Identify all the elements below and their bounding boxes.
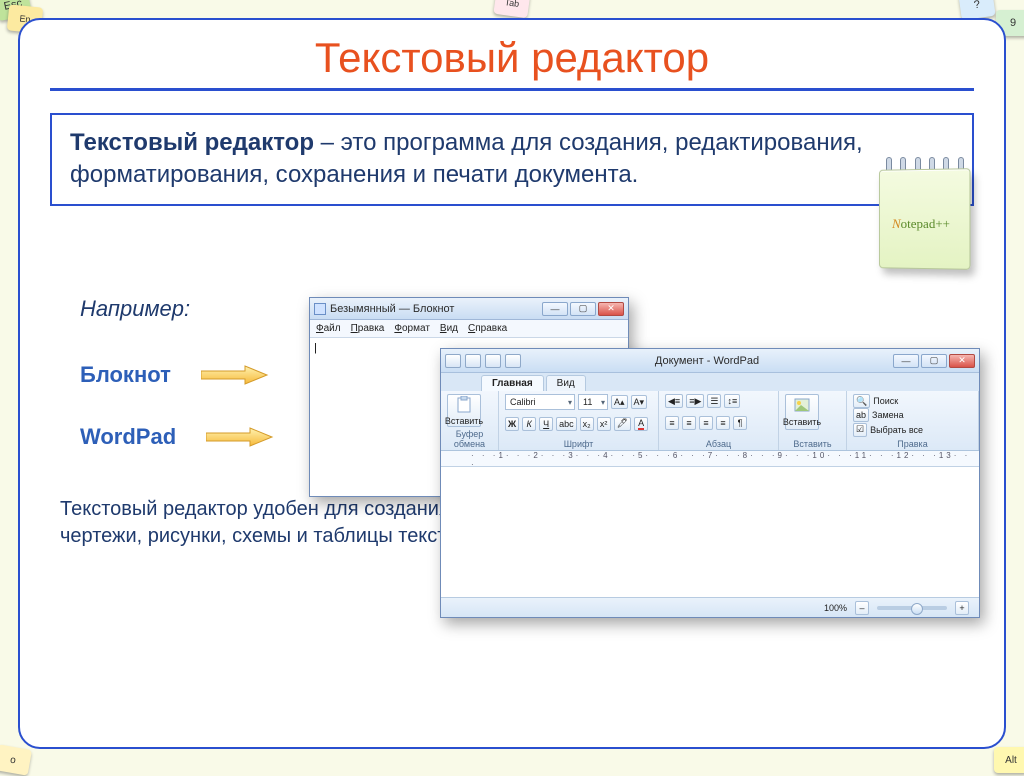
wordpad-titlebar: Документ - WordPad — ▢ ✕ <box>441 349 979 373</box>
minimize-button[interactable]: — <box>893 354 919 368</box>
select-all-label[interactable]: Выбрать все <box>870 425 923 435</box>
save-icon[interactable] <box>465 354 481 368</box>
paragraph-dialog-button[interactable]: ¶ <box>733 416 747 430</box>
find-label[interactable]: Поиск <box>873 396 898 406</box>
group-insert-label: Вставить <box>785 439 840 449</box>
group-clipboard-label: Буфер обмена <box>447 429 492 449</box>
wordpad-statusbar: 100% – + <box>441 597 979 617</box>
align-left-button[interactable]: ≡ <box>665 416 679 430</box>
group-paragraph-label: Абзац <box>665 439 772 449</box>
wordpad-app-icon <box>445 354 461 368</box>
menu-view[interactable]: Вид <box>440 323 458 334</box>
subscript-button[interactable]: x₂ <box>580 417 594 431</box>
notepad-menubar: Файл Правка Формат Вид Справка <box>310 320 628 338</box>
bold-button[interactable]: Ж <box>505 417 519 431</box>
slide-title: Текстовый редактор <box>50 34 974 91</box>
slide-frame: Текстовый редактор Текстовый редактор – … <box>18 18 1006 749</box>
decor-key-o: o <box>0 744 32 776</box>
notepad-title: Безымянный — Блокнот <box>330 303 538 315</box>
replace-icon[interactable]: ab <box>853 408 869 422</box>
bullets-button[interactable]: ☰ <box>707 394 721 408</box>
menu-file[interactable]: Файл <box>316 323 341 334</box>
group-edit-label: Правка <box>853 439 972 449</box>
find-icon[interactable]: 🔍 <box>853 394 870 408</box>
paste-label: Вставить <box>445 416 483 426</box>
zoom-value: 100% <box>824 603 847 613</box>
redo-icon[interactable] <box>505 354 521 368</box>
arrow-icon <box>206 427 274 447</box>
menu-format[interactable]: Формат <box>394 323 430 334</box>
select-all-icon[interactable]: ☑ <box>853 423 867 437</box>
align-justify-button[interactable]: ≡ <box>716 416 730 430</box>
notepad-app-icon <box>314 303 326 315</box>
maximize-button[interactable]: ▢ <box>921 354 947 368</box>
menu-edit[interactable]: Правка <box>351 323 385 334</box>
italic-button[interactable]: К <box>522 417 536 431</box>
highlight-button[interactable]: 🖊 <box>614 417 631 431</box>
group-font-label: Шрифт <box>505 439 652 449</box>
definition-term: Текстовый редактор <box>70 129 314 156</box>
wordpad-title: Документ - WordPad <box>525 355 889 367</box>
minimize-button[interactable]: — <box>542 302 568 316</box>
wordpad-ruler: · · ·1· · ·2· · ·3· · ·4· · ·5· · ·6· · … <box>441 451 979 467</box>
align-center-button[interactable]: ≡ <box>682 416 696 430</box>
undo-icon[interactable] <box>485 354 501 368</box>
insert-label: Вставить <box>783 417 821 427</box>
app1-name: Блокнот <box>80 362 171 388</box>
align-right-button[interactable]: ≡ <box>699 416 713 430</box>
arrow-icon <box>201 365 269 385</box>
underline-button[interactable]: Ч <box>539 417 553 431</box>
zoom-slider[interactable] <box>877 606 947 610</box>
font-color-button[interactable]: A <box>634 417 648 431</box>
notepad-plus-plus-icon: Notepad++ <box>870 157 978 277</box>
maximize-button[interactable]: ▢ <box>570 302 596 316</box>
decor-key-alt: Alt <box>994 747 1024 773</box>
superscript-button[interactable]: x² <box>597 417 611 431</box>
font-size-select[interactable]: 11 <box>578 394 608 410</box>
tab-home[interactable]: Главная <box>481 375 544 391</box>
zoom-out-button[interactable]: – <box>855 601 869 615</box>
line-spacing-button[interactable]: ↕≡ <box>724 394 740 408</box>
tab-view[interactable]: Вид <box>546 375 586 391</box>
definition-box: Текстовый редактор – это программа для с… <box>50 113 974 206</box>
replace-label[interactable]: Замена <box>872 410 904 420</box>
increase-indent-button[interactable]: ≡▶ <box>686 394 704 408</box>
font-name-select[interactable]: Calibri <box>505 394 575 410</box>
zoom-in-button[interactable]: + <box>955 601 969 615</box>
wordpad-window: Документ - WordPad — ▢ ✕ Главная Вид Вст… <box>440 348 980 618</box>
strike-button[interactable]: abc <box>556 417 577 431</box>
shrink-font-button[interactable]: A▾ <box>631 395 648 409</box>
grow-font-button[interactable]: A▴ <box>611 395 628 409</box>
insert-button[interactable]: Вставить <box>785 394 819 430</box>
notepad-logo-text: otepad++ <box>901 216 950 231</box>
wordpad-textarea[interactable] <box>441 467 979 597</box>
wordpad-ribbon: Вставить Буфер обмена Calibri 11 A▴ A▾ Ж… <box>441 391 979 451</box>
wordpad-tabs: Главная Вид <box>441 373 979 391</box>
paste-button[interactable]: Вставить <box>447 394 481 427</box>
close-button[interactable]: ✕ <box>598 302 624 316</box>
notepad-titlebar: Безымянный — Блокнот — ▢ ✕ <box>310 298 628 320</box>
menu-help[interactable]: Справка <box>468 323 507 334</box>
close-button[interactable]: ✕ <box>949 354 975 368</box>
decrease-indent-button[interactable]: ◀≡ <box>665 394 683 408</box>
app2-name: WordPad <box>80 424 176 450</box>
decor-key-tab: Tab <box>493 0 530 18</box>
